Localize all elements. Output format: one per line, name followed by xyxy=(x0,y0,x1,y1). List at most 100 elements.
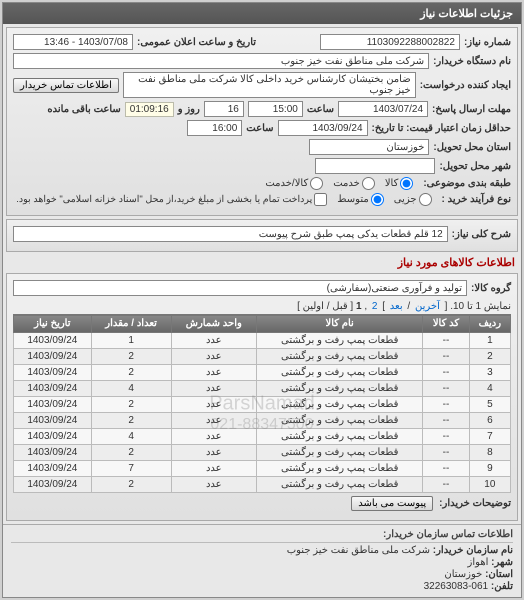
table-cell: قطعات پمپ رفت و برگشتی xyxy=(257,333,423,349)
table-cell: -- xyxy=(423,397,469,413)
pager-p2[interactable]: 2 xyxy=(370,301,380,312)
table-cell: -- xyxy=(423,461,469,477)
table-cell: 1 xyxy=(91,333,171,349)
table-cell: عدد xyxy=(171,429,257,445)
table-cell: عدد xyxy=(171,445,257,461)
info-block: شماره نیاز: 1103092288002822 تاریخ و ساع… xyxy=(6,27,518,216)
table-cell: 1403/09/24 xyxy=(14,381,92,397)
contact-buyer-button[interactable]: اطلاعات تماس خریدار xyxy=(13,78,119,93)
pager-range: نمایش 1 تا 10. xyxy=(450,301,511,312)
table-cell: 1403/09/24 xyxy=(14,477,92,493)
table-row[interactable]: 8--قطعات پمپ رفت و برگشتیعدد21403/09/24 xyxy=(14,445,511,461)
org-name-label: نام سازمان خریدار: xyxy=(433,545,513,556)
table-row[interactable]: 7--قطعات پمپ رفت و برگشتیعدد41403/09/24 xyxy=(14,429,511,445)
table-row[interactable]: 1--قطعات پمپ رفت و برگشتیعدد11403/09/24 xyxy=(14,333,511,349)
table-cell: قطعات پمپ رفت و برگشتی xyxy=(257,413,423,429)
announce-value: 1403/07/08 - 13:46 xyxy=(13,34,133,50)
table-cell: 3 xyxy=(469,365,510,381)
process-label: نوع فرآیند خرید : xyxy=(442,194,511,205)
group-value: تولید و فرآوری صنعتی(سفارشی) xyxy=(13,280,467,296)
check-treasury[interactable] xyxy=(314,193,327,206)
table-cell: -- xyxy=(423,333,469,349)
table-cell: 1403/09/24 xyxy=(14,365,92,381)
table-cell: -- xyxy=(423,365,469,381)
table-header: نام کالا xyxy=(257,315,423,333)
table-cell: 6 xyxy=(469,413,510,429)
city-value xyxy=(315,158,435,174)
table-cell: قطعات پمپ رفت و برگشتی xyxy=(257,381,423,397)
need-title-label: شرح کلی نیاز: xyxy=(452,229,511,240)
attachments-label: توضیحات خریدار: xyxy=(439,498,511,509)
table-row[interactable]: 4--قطعات پمپ رفت و برگشتیعدد41403/09/24 xyxy=(14,381,511,397)
table-cell: 4 xyxy=(91,381,171,397)
cat-both-label: کالا/خدمت xyxy=(265,178,308,189)
city-label: شهر محل تحویل: xyxy=(439,161,511,172)
table-row[interactable]: 9--قطعات پمپ رفت و برگشتیعدد71403/09/24 xyxy=(14,461,511,477)
org-header: اطلاعات تماس سازمان خریدار: xyxy=(11,529,513,543)
items-section-title: اطلاعات کالاهای مورد نیاز xyxy=(9,256,515,269)
table-cell: 9 xyxy=(469,461,510,477)
payment-note: پرداخت تمام یا بخشی از مبلغ خرید،از محل … xyxy=(16,194,312,205)
creator-value: ضامن بختیشان کارشناس خرید داخلی کالا شرک… xyxy=(123,72,416,98)
table-cell: 5 xyxy=(469,397,510,413)
org-province-label: استان: xyxy=(485,569,513,580)
table-header: ردیف xyxy=(469,315,510,333)
radio-service[interactable] xyxy=(362,177,375,190)
table-cell: 1403/09/24 xyxy=(14,349,92,365)
radio-medium[interactable] xyxy=(371,193,384,206)
category-label: طبقه بندی موضوعی: xyxy=(423,178,511,189)
table-cell: قطعات پمپ رفت و برگشتی xyxy=(257,461,423,477)
org-name-value: شرکت ملی مناطق نفت خیز جنوب xyxy=(287,545,430,556)
days-label: روز و xyxy=(178,104,200,115)
table-cell: 2 xyxy=(469,349,510,365)
table-cell: 2 xyxy=(91,365,171,381)
proc-minor-label: جزیی xyxy=(394,194,417,205)
table-row[interactable]: 10--قطعات پمپ رفت و برگشتیعدد21403/09/24 xyxy=(14,477,511,493)
attachments-button[interactable]: پیوست می باشد xyxy=(351,496,433,511)
table-cell: عدد xyxy=(171,397,257,413)
pager-prev: قبل xyxy=(332,301,347,312)
radio-goods[interactable] xyxy=(400,177,413,190)
table-cell: 4 xyxy=(469,381,510,397)
org-contact-block: اطلاعات تماس سازمان خریدار: نام سازمان خ… xyxy=(3,524,521,597)
org-city-value: اهواز xyxy=(468,557,489,568)
table-cell: 4 xyxy=(91,429,171,445)
table-cell: 1403/09/24 xyxy=(14,445,92,461)
pager-next[interactable]: بعد xyxy=(388,301,405,312)
items-block: گروه کالا: تولید و فرآوری صنعتی(سفارشی) … xyxy=(6,273,518,521)
table-row[interactable]: 6--قطعات پمپ رفت و برگشتیعدد21403/09/24 xyxy=(14,413,511,429)
pager-last[interactable]: آخرین xyxy=(413,301,442,312)
org-province-value: خوزستان xyxy=(444,569,482,580)
table-row[interactable]: 2--قطعات پمپ رفت و برگشتیعدد21403/09/24 xyxy=(14,349,511,365)
table-cell: قطعات پمپ رفت و برگشتی xyxy=(257,429,423,445)
days-remaining: 16 xyxy=(204,101,244,117)
table-header: تعداد / مقدار xyxy=(91,315,171,333)
radio-both[interactable] xyxy=(310,177,323,190)
table-cell: 1403/09/24 xyxy=(14,333,92,349)
table-header: واحد شمارش xyxy=(171,315,257,333)
need-no-value: 1103092288002822 xyxy=(320,34,460,50)
table-cell: 1403/09/24 xyxy=(14,429,92,445)
province-value: خوزستان xyxy=(309,139,429,155)
reply-date: 1403/07/24 xyxy=(338,101,428,117)
buyer-value: شرکت ملی مناطق نفت خیز جنوب xyxy=(13,53,429,69)
table-cell: -- xyxy=(423,477,469,493)
province-label: استان محل تحویل: xyxy=(433,142,511,153)
table-row[interactable]: 5--قطعات پمپ رفت و برگشتیعدد21403/09/24 xyxy=(14,397,511,413)
pager-first: اولین xyxy=(303,301,324,312)
table-cell: عدد xyxy=(171,365,257,381)
pager-p1: 1 xyxy=(356,301,362,312)
table-cell: عدد xyxy=(171,461,257,477)
table-cell: -- xyxy=(423,429,469,445)
org-tel-label: تلفن: xyxy=(491,581,513,592)
table-cell: 8 xyxy=(469,445,510,461)
table-cell: 2 xyxy=(91,477,171,493)
table-cell: عدد xyxy=(171,477,257,493)
time-label-2: ساعت xyxy=(246,123,273,134)
radio-minor[interactable] xyxy=(419,193,432,206)
details-panel: جزئیات اطلاعات نیاز شماره نیاز: 11030922… xyxy=(2,2,522,598)
reply-deadline-label: مهلت ارسال پاسخ: xyxy=(432,104,511,115)
table-row[interactable]: 3--قطعات پمپ رفت و برگشتیعدد21403/09/24 xyxy=(14,365,511,381)
table-cell: قطعات پمپ رفت و برگشتی xyxy=(257,445,423,461)
cat-service-label: خدمت xyxy=(333,178,360,189)
